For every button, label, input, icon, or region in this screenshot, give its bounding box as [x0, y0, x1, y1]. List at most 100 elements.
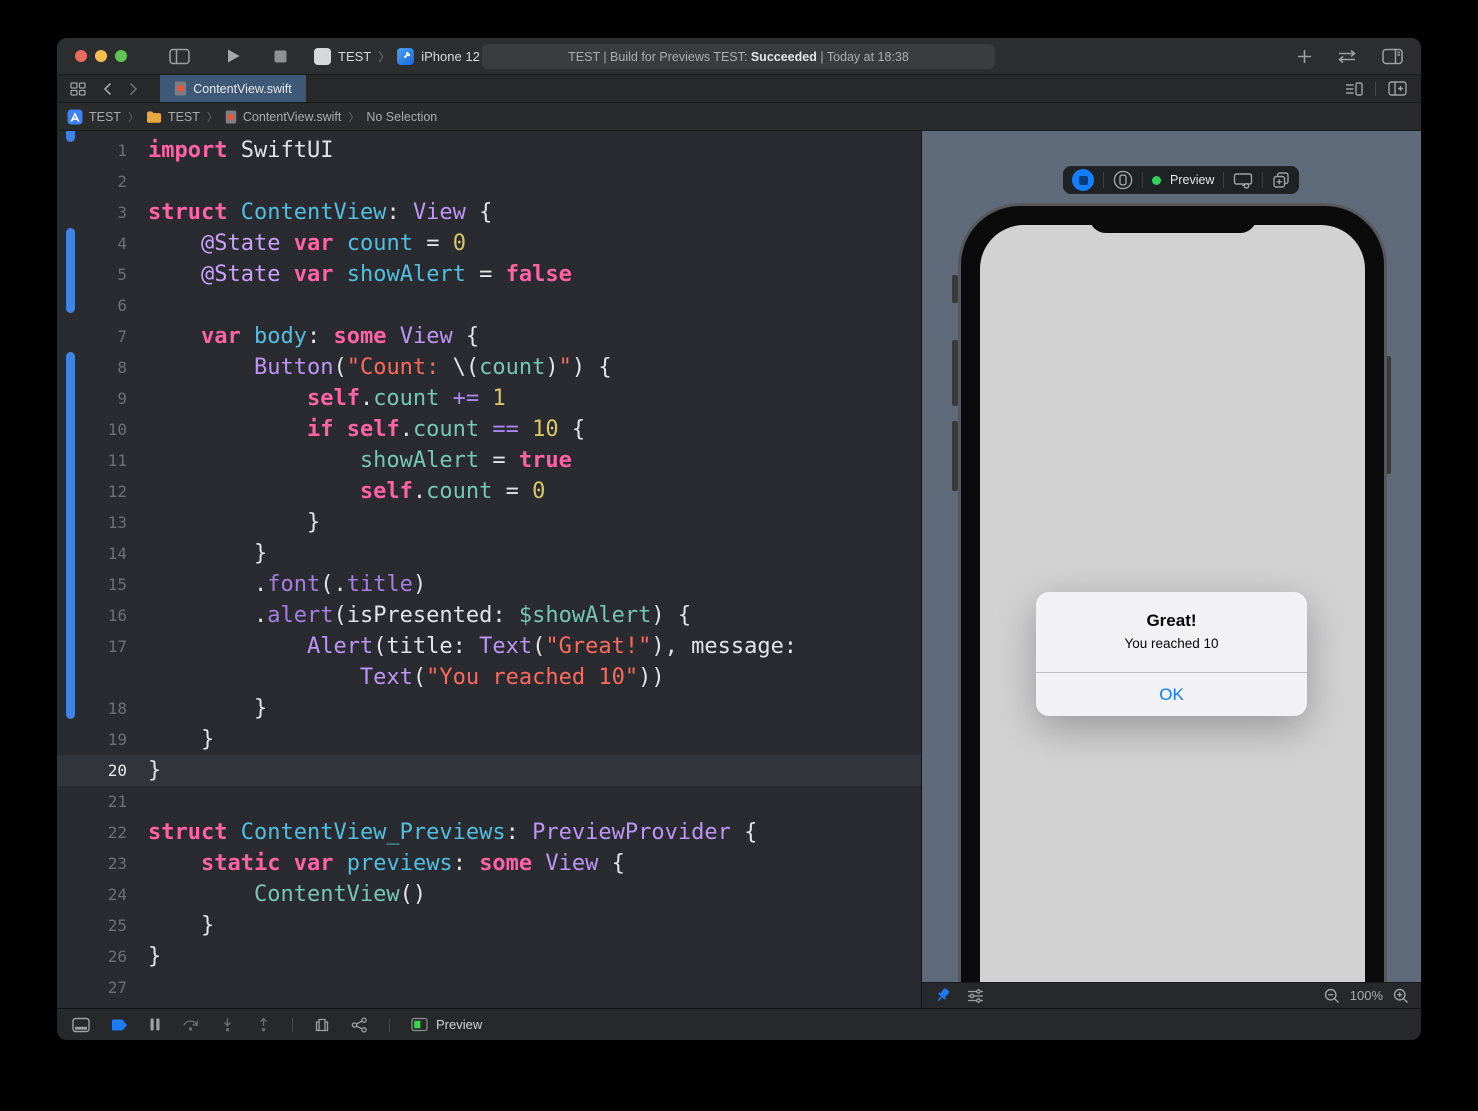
- breadcrumb-project[interactable]: TEST: [89, 110, 121, 124]
- code-line[interactable]: 3 struct ContentView: View {: [57, 197, 921, 228]
- preview-on-device-icon[interactable]: [1113, 170, 1133, 190]
- status-prefix: TEST | Build for Previews TEST:: [568, 49, 751, 64]
- code-line[interactable]: 13 }: [57, 507, 921, 538]
- close-window-button[interactable]: [75, 50, 87, 62]
- toggle-navigator-icon[interactable]: [169, 48, 190, 65]
- traffic-lights: [75, 50, 127, 62]
- code-line[interactable]: 5 @State var showAlert = false: [57, 259, 921, 290]
- code-line[interactable]: 8 Button("Count: \(count)") {: [57, 352, 921, 383]
- toolbar: TEST 〉 iPhone 12 TEST | Build for Previe…: [57, 38, 1421, 75]
- alert-ok-button[interactable]: OK: [1036, 673, 1307, 716]
- preview-device-settings-icon[interactable]: [1233, 172, 1253, 189]
- go-back-icon[interactable]: [103, 82, 112, 96]
- app-icon: [314, 47, 331, 65]
- code-review-icon[interactable]: [1336, 49, 1358, 64]
- xcode-window: TEST 〉 iPhone 12 TEST | Build for Previe…: [57, 38, 1421, 1040]
- tab-contentview-swift[interactable]: ContentView.swift: [160, 75, 306, 102]
- editor-options-icon[interactable]: [1345, 81, 1363, 96]
- project-icon: [67, 109, 83, 124]
- minimize-window-button[interactable]: [95, 50, 107, 62]
- run-button[interactable]: [226, 48, 241, 64]
- breadcrumb-separator: 〉: [127, 111, 139, 124]
- live-preview-button[interactable]: [1072, 169, 1094, 191]
- code-line[interactable]: 23 static var previews: some View {: [57, 848, 921, 879]
- code-line[interactable]: 6: [57, 290, 921, 321]
- breadcrumb-separator: 〉: [348, 111, 360, 124]
- code-line[interactable]: 2: [57, 166, 921, 197]
- iphone-notch: [1088, 206, 1257, 233]
- duplicate-preview-icon[interactable]: [1272, 171, 1290, 189]
- zoom-level[interactable]: 100%: [1350, 988, 1383, 1003]
- add-editor-icon[interactable]: [1388, 81, 1407, 96]
- breadcrumb-file[interactable]: ContentView.swift: [243, 110, 341, 124]
- canvas-area[interactable]: Preview Great! You reached 10 OK: [922, 131, 1421, 982]
- code-line[interactable]: 15 .font(.title): [57, 569, 921, 600]
- zoom-out-icon[interactable]: [1324, 988, 1340, 1004]
- code-line[interactable]: 10 if self.count == 10 {: [57, 414, 921, 445]
- tab-bar: ContentView.swift: [57, 75, 1421, 103]
- zoom-window-button[interactable]: [115, 50, 127, 62]
- pin-preview-icon[interactable]: [934, 987, 951, 1004]
- step-into-icon[interactable]: [220, 1017, 235, 1032]
- alert-dialog: Great! You reached 10 OK: [1036, 592, 1307, 716]
- jump-bar[interactable]: TEST 〉 TEST 〉 ContentView.swift 〉 No Sel…: [57, 103, 1421, 131]
- preview-toolbar-label: Preview: [1170, 173, 1215, 187]
- code-line[interactable]: 1 import SwiftUI: [57, 135, 921, 166]
- code-line[interactable]: 24 ContentView(): [57, 879, 921, 910]
- code-line[interactable]: 17 Alert(title: Text("Great!"), message:: [57, 631, 921, 662]
- debug-bar: Preview: [57, 1008, 1421, 1040]
- preview-canvas: Preview Great! You reached 10 OK 100%: [922, 131, 1421, 1008]
- folder-icon: [146, 111, 161, 123]
- preview-process-icon: [411, 1017, 428, 1032]
- desktop: TEST 〉 iPhone 12 TEST | Build for Previe…: [0, 0, 1478, 1111]
- source-editor[interactable]: 1 import SwiftUI 2 3 struct ContentView: Vie…: [57, 131, 921, 1008]
- swift-file-icon: [175, 81, 187, 96]
- code-line[interactable]: 4 @State var count = 0: [57, 228, 921, 259]
- stop-button[interactable]: [273, 49, 288, 64]
- breadcrumb-separator: 〉: [206, 111, 218, 124]
- code-line[interactable]: Text("You reached 10")): [57, 662, 921, 693]
- simulator-icon: [397, 47, 415, 65]
- view-hierarchy-icon[interactable]: [314, 1017, 330, 1033]
- step-over-icon[interactable]: [182, 1017, 199, 1032]
- hide-debug-area-icon[interactable]: [72, 1017, 90, 1033]
- code-line[interactable]: 20}: [57, 755, 921, 786]
- pause-execution-icon[interactable]: [149, 1017, 161, 1032]
- go-forward-icon[interactable]: [129, 82, 138, 96]
- code-line[interactable]: 9 self.count += 1: [57, 383, 921, 414]
- step-out-icon[interactable]: [256, 1017, 271, 1032]
- alert-title: Great!: [1146, 611, 1197, 630]
- scheme-selector[interactable]: TEST 〉 iPhone 12: [314, 47, 480, 65]
- breakpoints-toggle-icon[interactable]: [111, 1018, 128, 1032]
- debug-preview-label: Preview: [436, 1017, 483, 1032]
- zoom-in-icon[interactable]: [1393, 988, 1409, 1004]
- debug-process-preview[interactable]: Preview: [411, 1017, 482, 1032]
- code-line[interactable]: 26}: [57, 941, 921, 972]
- code-line[interactable]: 11 showAlert = true: [57, 445, 921, 476]
- preview-toolbar: Preview: [1063, 166, 1300, 194]
- swift-file-icon: [225, 109, 237, 124]
- code-line[interactable]: 21: [57, 786, 921, 817]
- code-line[interactable]: 14 }: [57, 538, 921, 569]
- code-line[interactable]: 12 self.count = 0: [57, 476, 921, 507]
- preview-adjustments-icon[interactable]: [967, 988, 984, 1003]
- code-line[interactable]: 27: [57, 972, 921, 1003]
- code-line[interactable]: 22 struct ContentView_Previews: PreviewPr…: [57, 817, 921, 848]
- breadcrumb-selection[interactable]: No Selection: [366, 110, 437, 124]
- code-lines: 1 import SwiftUI 2 3 struct ContentView: Vie…: [57, 135, 921, 1003]
- scheme-device-label: iPhone 12: [421, 48, 480, 64]
- code-line[interactable]: 25 }: [57, 910, 921, 941]
- scheme-chevron: 〉: [378, 49, 391, 64]
- code-line[interactable]: 16 .alert(isPresented: $showAlert) {: [57, 600, 921, 631]
- related-items-icon[interactable]: [70, 81, 86, 96]
- activity-status: TEST | Build for Previews TEST: Succeede…: [482, 44, 995, 69]
- status-time: | Today at 18:38: [816, 49, 909, 64]
- code-line[interactable]: 19 }: [57, 724, 921, 755]
- code-line[interactable]: 7 var body: some View {: [57, 321, 921, 352]
- breadcrumb-group[interactable]: TEST: [168, 110, 200, 124]
- add-library-icon[interactable]: [1297, 49, 1312, 64]
- toggle-inspector-icon[interactable]: [1382, 48, 1403, 65]
- tab-label: ContentView.swift: [193, 81, 292, 96]
- memory-graph-icon[interactable]: [351, 1016, 368, 1033]
- code-line[interactable]: 18 }: [57, 693, 921, 724]
